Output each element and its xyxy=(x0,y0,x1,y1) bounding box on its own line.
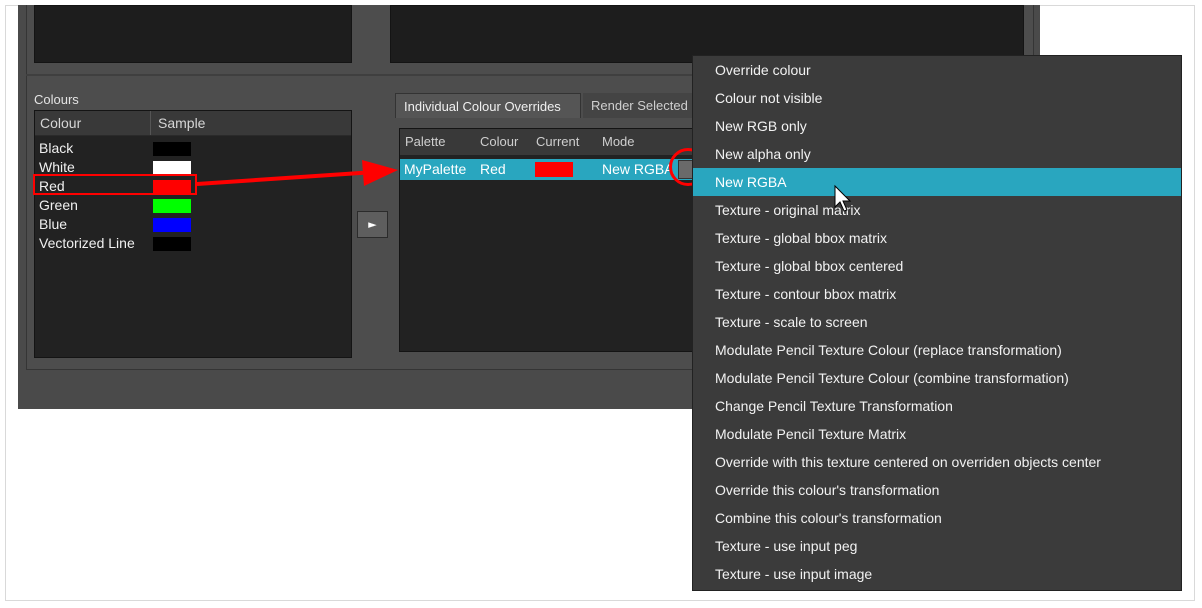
mouse-cursor-icon xyxy=(834,184,852,212)
